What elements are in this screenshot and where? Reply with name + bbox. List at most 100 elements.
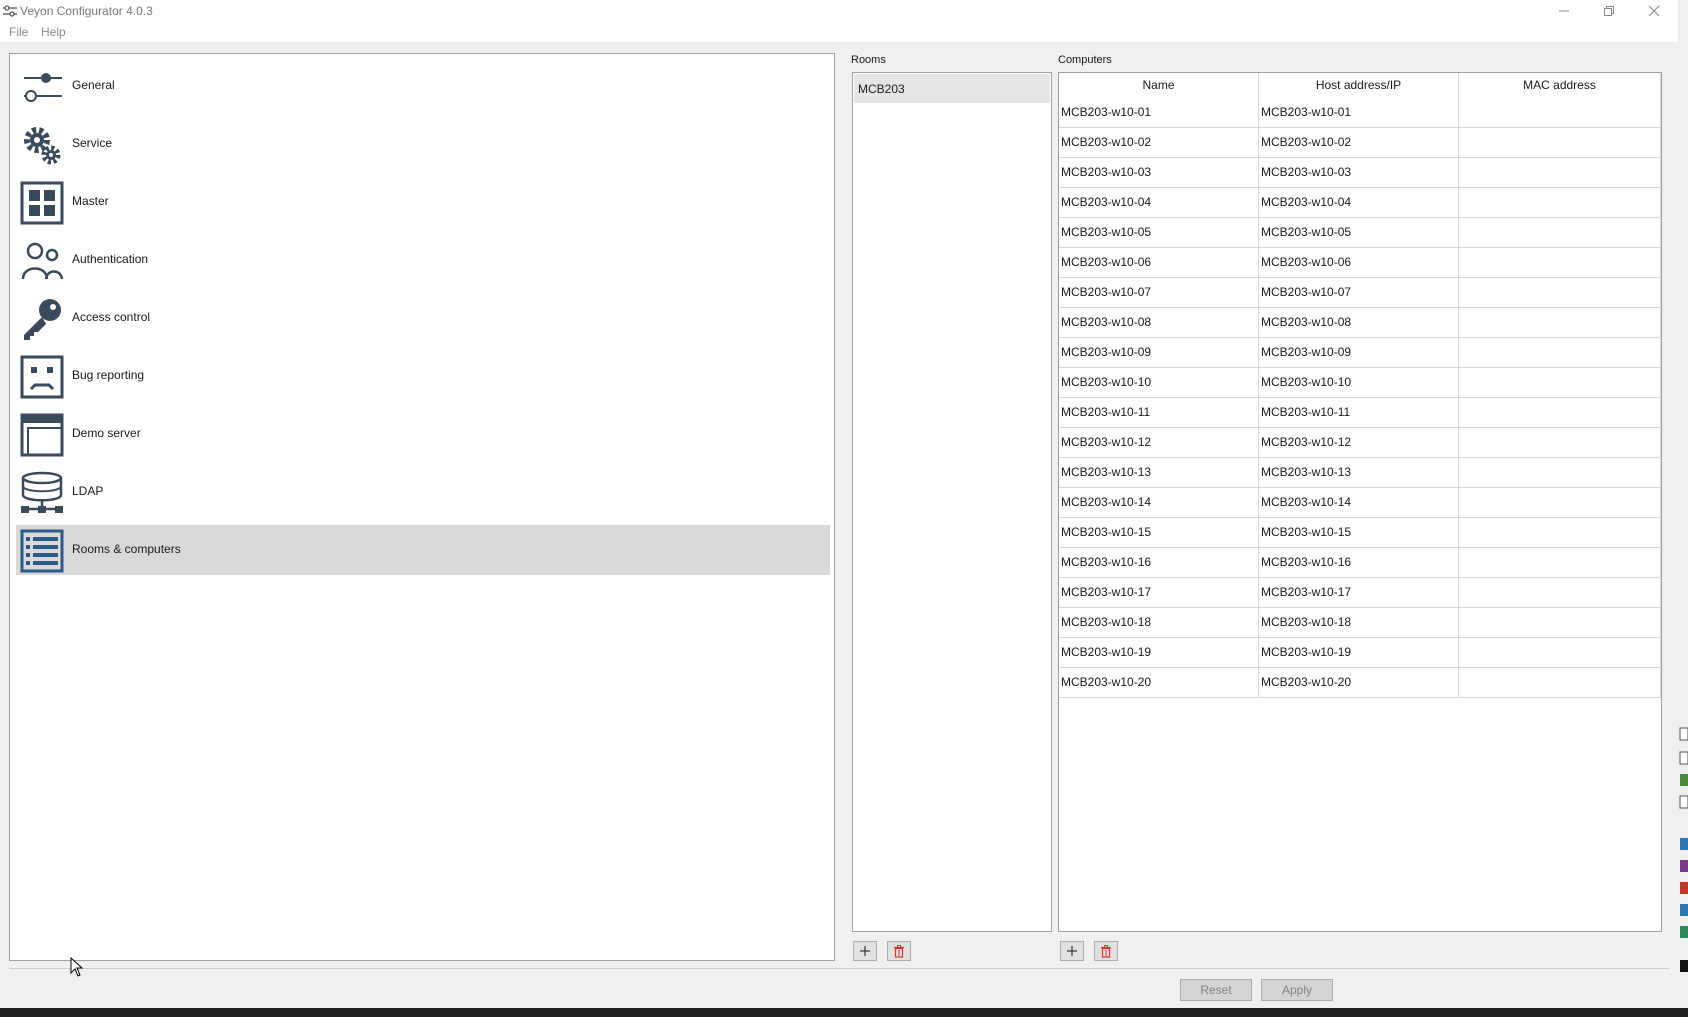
add-computer-button[interactable] bbox=[1060, 941, 1084, 961]
table-row[interactable]: MCB203-w10-13 MCB203-w10-13 bbox=[1059, 458, 1661, 488]
cell-name[interactable]: MCB203-w10-04 bbox=[1059, 188, 1259, 218]
table-row[interactable]: MCB203-w10-11 MCB203-w10-11 bbox=[1059, 398, 1661, 428]
restore-button[interactable] bbox=[1587, 0, 1631, 22]
cell-name[interactable]: MCB203-w10-02 bbox=[1059, 128, 1259, 158]
table-row[interactable]: MCB203-w10-18 MCB203-w10-18 bbox=[1059, 608, 1661, 638]
rooms-list[interactable]: MCB203 bbox=[852, 72, 1052, 932]
cell-name[interactable]: MCB203-w10-10 bbox=[1059, 368, 1259, 398]
cell-name[interactable]: MCB203-w10-13 bbox=[1059, 458, 1259, 488]
add-room-button[interactable] bbox=[853, 941, 877, 961]
cell-mac[interactable] bbox=[1459, 248, 1661, 278]
cell-name[interactable]: MCB203-w10-08 bbox=[1059, 308, 1259, 338]
table-row[interactable]: MCB203-w10-09 MCB203-w10-09 bbox=[1059, 338, 1661, 368]
table-row[interactable]: MCB203-w10-19 MCB203-w10-19 bbox=[1059, 638, 1661, 668]
remove-computer-button[interactable] bbox=[1094, 941, 1118, 961]
cell-host[interactable]: MCB203-w10-20 bbox=[1259, 668, 1459, 698]
cell-host[interactable]: MCB203-w10-05 bbox=[1259, 218, 1459, 248]
sidebar-item-bug-reporting[interactable]: Bug reporting bbox=[16, 351, 830, 401]
table-row[interactable]: MCB203-w10-08 MCB203-w10-08 bbox=[1059, 308, 1661, 338]
remove-room-button[interactable] bbox=[887, 941, 911, 961]
table-row[interactable]: MCB203-w10-10 MCB203-w10-10 bbox=[1059, 368, 1661, 398]
cell-mac[interactable] bbox=[1459, 578, 1661, 608]
menu-help[interactable]: Help bbox=[41, 25, 66, 39]
cell-host[interactable]: MCB203-w10-09 bbox=[1259, 338, 1459, 368]
cell-name[interactable]: MCB203-w10-11 bbox=[1059, 398, 1259, 428]
cell-host[interactable]: MCB203-w10-11 bbox=[1259, 398, 1459, 428]
cell-mac[interactable] bbox=[1459, 308, 1661, 338]
cell-host[interactable]: MCB203-w10-02 bbox=[1259, 128, 1459, 158]
cell-host[interactable]: MCB203-w10-19 bbox=[1259, 638, 1459, 668]
table-row[interactable]: MCB203-w10-17 MCB203-w10-17 bbox=[1059, 578, 1661, 608]
table-row[interactable]: MCB203-w10-04 MCB203-w10-04 bbox=[1059, 188, 1661, 218]
cell-host[interactable]: MCB203-w10-10 bbox=[1259, 368, 1459, 398]
table-row[interactable]: MCB203-w10-12 MCB203-w10-12 bbox=[1059, 428, 1661, 458]
table-row[interactable]: MCB203-w10-06 MCB203-w10-06 bbox=[1059, 248, 1661, 278]
cell-host[interactable]: MCB203-w10-06 bbox=[1259, 248, 1459, 278]
cell-host[interactable]: MCB203-w10-13 bbox=[1259, 458, 1459, 488]
cell-host[interactable]: MCB203-w10-03 bbox=[1259, 158, 1459, 188]
cell-name[interactable]: MCB203-w10-01 bbox=[1059, 98, 1259, 128]
cell-host[interactable]: MCB203-w10-15 bbox=[1259, 518, 1459, 548]
table-row[interactable]: MCB203-w10-03 MCB203-w10-03 bbox=[1059, 158, 1661, 188]
cell-host[interactable]: MCB203-w10-17 bbox=[1259, 578, 1459, 608]
cell-mac[interactable] bbox=[1459, 218, 1661, 248]
cell-name[interactable]: MCB203-w10-05 bbox=[1059, 218, 1259, 248]
cell-name[interactable]: MCB203-w10-16 bbox=[1059, 548, 1259, 578]
cell-mac[interactable] bbox=[1459, 128, 1661, 158]
cell-mac[interactable] bbox=[1459, 638, 1661, 668]
cell-host[interactable]: MCB203-w10-08 bbox=[1259, 308, 1459, 338]
column-header-host[interactable]: Host address/IP bbox=[1259, 73, 1459, 98]
cell-host[interactable]: MCB203-w10-04 bbox=[1259, 188, 1459, 218]
cell-name[interactable]: MCB203-w10-19 bbox=[1059, 638, 1259, 668]
cell-name[interactable]: MCB203-w10-15 bbox=[1059, 518, 1259, 548]
table-row[interactable]: MCB203-w10-20 MCB203-w10-20 bbox=[1059, 668, 1661, 698]
cell-name[interactable]: MCB203-w10-18 bbox=[1059, 608, 1259, 638]
cell-mac[interactable] bbox=[1459, 428, 1661, 458]
cell-mac[interactable] bbox=[1459, 338, 1661, 368]
computers-table[interactable]: Name Host address/IP MAC address MCB203-… bbox=[1058, 72, 1662, 932]
cell-mac[interactable] bbox=[1459, 278, 1661, 308]
cell-name[interactable]: MCB203-w10-09 bbox=[1059, 338, 1259, 368]
table-row[interactable]: MCB203-w10-16 MCB203-w10-16 bbox=[1059, 548, 1661, 578]
cell-host[interactable]: MCB203-w10-12 bbox=[1259, 428, 1459, 458]
cell-name[interactable]: MCB203-w10-20 bbox=[1059, 668, 1259, 698]
close-button[interactable] bbox=[1632, 0, 1676, 22]
cell-mac[interactable] bbox=[1459, 398, 1661, 428]
cell-host[interactable]: MCB203-w10-14 bbox=[1259, 488, 1459, 518]
cell-host[interactable]: MCB203-w10-01 bbox=[1259, 98, 1459, 128]
column-header-name[interactable]: Name bbox=[1059, 73, 1259, 98]
cell-mac[interactable] bbox=[1459, 668, 1661, 698]
cell-mac[interactable] bbox=[1459, 608, 1661, 638]
sidebar-item-authentication[interactable]: Authentication bbox=[16, 235, 830, 285]
cell-host[interactable]: MCB203-w10-07 bbox=[1259, 278, 1459, 308]
table-row[interactable]: MCB203-w10-05 MCB203-w10-05 bbox=[1059, 218, 1661, 248]
cell-host[interactable]: MCB203-w10-18 bbox=[1259, 608, 1459, 638]
sidebar-item-demo-server[interactable]: Demo server bbox=[16, 409, 830, 459]
cell-mac[interactable] bbox=[1459, 518, 1661, 548]
cell-mac[interactable] bbox=[1459, 548, 1661, 578]
sidebar-item-service[interactable]: Service bbox=[16, 119, 830, 169]
sidebar-item-access-control[interactable]: Access control bbox=[16, 293, 830, 343]
sidebar-item-master[interactable]: Master bbox=[16, 177, 830, 227]
sidebar-item-general[interactable]: General bbox=[16, 61, 830, 111]
cell-host[interactable]: MCB203-w10-16 bbox=[1259, 548, 1459, 578]
menu-file[interactable]: File bbox=[9, 25, 28, 39]
cell-mac[interactable] bbox=[1459, 98, 1661, 128]
column-header-mac[interactable]: MAC address bbox=[1459, 73, 1661, 98]
cell-name[interactable]: MCB203-w10-07 bbox=[1059, 278, 1259, 308]
table-row[interactable]: MCB203-w10-01 MCB203-w10-01 bbox=[1059, 98, 1661, 128]
minimize-button[interactable] bbox=[1542, 0, 1586, 22]
cell-name[interactable]: MCB203-w10-12 bbox=[1059, 428, 1259, 458]
cell-mac[interactable] bbox=[1459, 458, 1661, 488]
table-row[interactable]: MCB203-w10-15 MCB203-w10-15 bbox=[1059, 518, 1661, 548]
table-row[interactable]: MCB203-w10-02 MCB203-w10-02 bbox=[1059, 128, 1661, 158]
sidebar-item-ldap[interactable]: LDAP bbox=[16, 467, 830, 517]
table-row[interactable]: MCB203-w10-14 MCB203-w10-14 bbox=[1059, 488, 1661, 518]
cell-mac[interactable] bbox=[1459, 368, 1661, 398]
cell-mac[interactable] bbox=[1459, 488, 1661, 518]
cell-name[interactable]: MCB203-w10-06 bbox=[1059, 248, 1259, 278]
reset-button[interactable]: Reset bbox=[1180, 979, 1252, 1001]
cell-name[interactable]: MCB203-w10-17 bbox=[1059, 578, 1259, 608]
sidebar-item-rooms-computers[interactable]: Rooms & computers bbox=[16, 525, 830, 575]
cell-name[interactable]: MCB203-w10-14 bbox=[1059, 488, 1259, 518]
